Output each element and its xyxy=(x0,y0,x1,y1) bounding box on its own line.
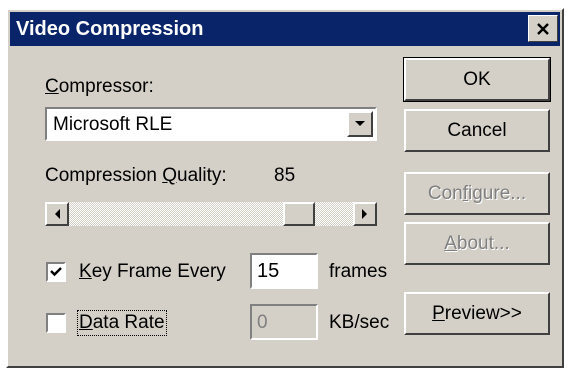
window-title: Video Compression xyxy=(16,18,204,40)
configure-button[interactable]: Configure... xyxy=(404,172,550,215)
video-compression-dialog: Video Compression Compressor: Microsoft … xyxy=(6,8,564,368)
close-button[interactable] xyxy=(528,15,558,42)
data-rate-checkbox[interactable] xyxy=(46,313,66,333)
compression-quality-value: 85 xyxy=(274,165,296,186)
arrow-right-icon xyxy=(362,209,367,219)
arrow-left-icon xyxy=(55,209,60,219)
chevron-down-icon xyxy=(355,121,365,126)
scroll-left-button[interactable] xyxy=(45,202,69,226)
scroll-right-button[interactable] xyxy=(353,202,377,226)
close-icon xyxy=(537,22,549,35)
compressor-label: Compressor: xyxy=(45,76,154,97)
cancel-button[interactable]: Cancel xyxy=(404,109,550,152)
checkmark-icon xyxy=(50,267,62,277)
data-rate-label: Data Rate xyxy=(77,310,167,336)
preview-button[interactable]: Preview>> xyxy=(404,292,550,335)
key-frame-units: frames xyxy=(329,261,388,282)
ok-button[interactable]: OK xyxy=(403,57,551,102)
slider-thumb[interactable] xyxy=(283,202,316,226)
dropdown-button[interactable] xyxy=(347,111,373,137)
about-button[interactable]: About... xyxy=(404,222,550,265)
compressor-dropdown[interactable]: Microsoft RLE xyxy=(45,107,377,141)
quality-slider[interactable] xyxy=(45,202,377,226)
title-bar[interactable]: Video Compression xyxy=(10,12,560,46)
data-rate-units: KB/sec xyxy=(329,312,390,333)
compressor-selected-value: Microsoft RLE xyxy=(53,114,173,135)
data-rate-input[interactable]: 0 xyxy=(250,304,318,340)
key-frame-interval-input[interactable]: 15 xyxy=(250,253,318,289)
key-frame-label: Key Frame Every xyxy=(79,261,226,282)
compression-quality-label: Compression Quality: xyxy=(45,165,227,186)
key-frame-checkbox[interactable] xyxy=(46,262,66,282)
